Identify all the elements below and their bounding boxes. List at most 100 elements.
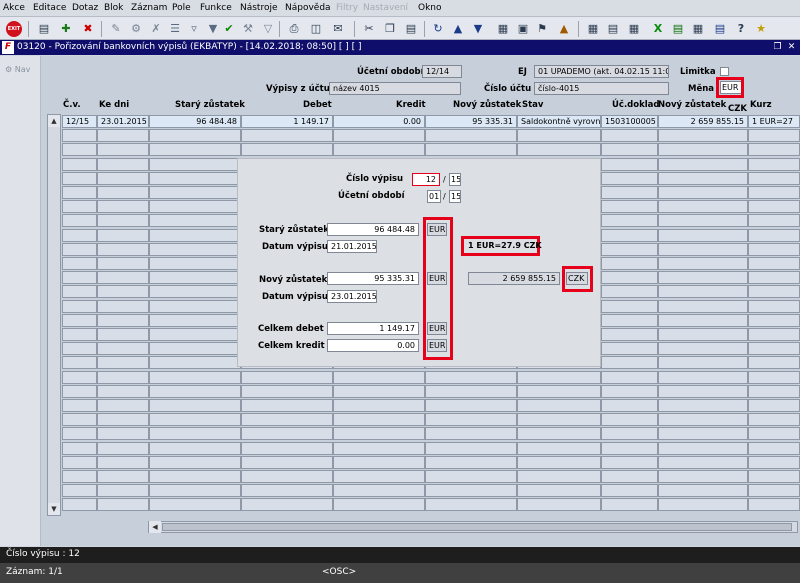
grid-cell[interactable] xyxy=(748,243,800,256)
grid-cell[interactable] xyxy=(97,300,149,313)
grid-cell[interactable] xyxy=(748,285,800,298)
grid-cell[interactable] xyxy=(658,385,748,398)
menu-funkce[interactable]: Funkce xyxy=(200,3,232,13)
grid-cell[interactable] xyxy=(601,371,658,384)
grid-cell[interactable] xyxy=(97,129,149,142)
grid-cell[interactable] xyxy=(748,328,800,341)
grid-cell[interactable] xyxy=(601,385,658,398)
grid-cell[interactable] xyxy=(241,385,333,398)
grid-cell[interactable] xyxy=(601,342,658,355)
scroll-thumb[interactable] xyxy=(162,523,792,531)
grid-cell[interactable] xyxy=(241,427,333,440)
scroll-up-icon[interactable]: ▲ xyxy=(48,115,60,127)
grid-cell[interactable] xyxy=(658,442,748,455)
grid-cell[interactable] xyxy=(97,271,149,284)
grid-cell[interactable] xyxy=(748,257,800,270)
scroll-left-icon[interactable]: ◀ xyxy=(149,521,161,533)
grid-cell[interactable] xyxy=(241,143,333,156)
grid-cell[interactable] xyxy=(658,214,748,227)
grid-cell[interactable] xyxy=(149,143,241,156)
grid-cell[interactable] xyxy=(517,470,601,483)
grid-cell[interactable] xyxy=(748,356,800,369)
grid-cell[interactable] xyxy=(241,456,333,469)
grid-cell[interactable] xyxy=(333,427,425,440)
grid-cell[interactable] xyxy=(333,399,425,412)
grid-cell[interactable] xyxy=(97,456,149,469)
grid-cell[interactable] xyxy=(62,214,97,227)
grid-cell[interactable] xyxy=(601,484,658,497)
funnel-icon[interactable]: ▼ xyxy=(205,21,221,37)
grid-cell[interactable] xyxy=(658,300,748,313)
grid-cell[interactable] xyxy=(517,129,601,142)
grid-cell[interactable] xyxy=(601,200,658,213)
grid-cell[interactable] xyxy=(425,129,517,142)
grid-cell[interactable] xyxy=(425,413,517,426)
grid-cell[interactable] xyxy=(517,427,601,440)
ej-field[interactable]: 01 UPADEMO (akt. 04.02.15 11:02) xyxy=(534,65,669,78)
grid-cell[interactable] xyxy=(658,129,748,142)
excel-icon[interactable]: X xyxy=(650,21,666,37)
grid-cell[interactable] xyxy=(601,158,658,171)
grid-cell[interactable] xyxy=(97,484,149,497)
grid-cell[interactable] xyxy=(97,371,149,384)
grid-cell[interactable] xyxy=(658,314,748,327)
cut-icon[interactable]: ✂ xyxy=(361,21,377,37)
grid-cell[interactable] xyxy=(517,143,601,156)
grid-cell[interactable] xyxy=(601,172,658,185)
grid-cell[interactable] xyxy=(241,371,333,384)
grid-cell[interactable] xyxy=(62,399,97,412)
grid-cell[interactable] xyxy=(658,257,748,270)
grid-cell[interactable] xyxy=(62,371,97,384)
grid-cell[interactable] xyxy=(62,300,97,313)
menu-pole[interactable]: Pole xyxy=(172,3,191,13)
grid-cell[interactable] xyxy=(601,229,658,242)
grid-cell[interactable] xyxy=(62,385,97,398)
grid-cell[interactable] xyxy=(149,470,241,483)
cislo-vypisu-field[interactable]: 12 xyxy=(412,173,440,186)
grid-cell[interactable] xyxy=(658,243,748,256)
grid-cell[interactable] xyxy=(149,498,241,511)
grid-cell[interactable] xyxy=(658,285,748,298)
print-icon[interactable]: ⎙ xyxy=(286,21,302,37)
grid-cell[interactable] xyxy=(97,385,149,398)
grid-cell[interactable]: 1 149.17 xyxy=(241,115,333,128)
funnel-outline-icon[interactable]: ▽ xyxy=(260,21,276,37)
grid-cell[interactable] xyxy=(658,158,748,171)
grid-cell[interactable] xyxy=(149,200,241,213)
grid-cell[interactable] xyxy=(97,442,149,455)
grid-cell[interactable] xyxy=(601,427,658,440)
grid-cell[interactable] xyxy=(62,356,97,369)
grid-cell[interactable] xyxy=(333,456,425,469)
grid-cell[interactable] xyxy=(748,271,800,284)
limitka-checkbox[interactable] xyxy=(720,67,729,76)
grid-cell[interactable] xyxy=(748,498,800,511)
grid-cell[interactable] xyxy=(62,328,97,341)
grid-cell[interactable] xyxy=(62,143,97,156)
grid-cell[interactable] xyxy=(748,442,800,455)
grid-cell[interactable] xyxy=(658,413,748,426)
grid-cell[interactable] xyxy=(97,328,149,341)
grid-cell[interactable] xyxy=(517,385,601,398)
obdobi-year-field[interactable]: 15 xyxy=(449,190,461,203)
delete-record-icon[interactable]: ✖ xyxy=(80,21,96,37)
grid-cell[interactable] xyxy=(149,427,241,440)
grid-cell[interactable] xyxy=(62,285,97,298)
grid-cell[interactable] xyxy=(601,399,658,412)
help-icon[interactable]: ? xyxy=(733,21,749,37)
grid-cell[interactable] xyxy=(658,342,748,355)
grid-cell[interactable] xyxy=(517,456,601,469)
grid-cell[interactable] xyxy=(601,456,658,469)
grid-cell[interactable] xyxy=(97,243,149,256)
cancel-query-icon[interactable]: ✗ xyxy=(148,21,164,37)
grid-cell[interactable] xyxy=(333,498,425,511)
grid-cell[interactable] xyxy=(748,314,800,327)
grid-cell[interactable] xyxy=(748,342,800,355)
grid-cell[interactable] xyxy=(97,470,149,483)
grid-cell[interactable] xyxy=(149,243,241,256)
calculator-icon[interactable]: ▦ xyxy=(495,21,511,37)
grid-cell[interactable] xyxy=(601,314,658,327)
grid-cell[interactable] xyxy=(748,456,800,469)
cislo-uctu-field[interactable]: číslo-4015 xyxy=(534,82,669,95)
grid-cell[interactable] xyxy=(517,442,601,455)
grid-cell[interactable] xyxy=(97,342,149,355)
